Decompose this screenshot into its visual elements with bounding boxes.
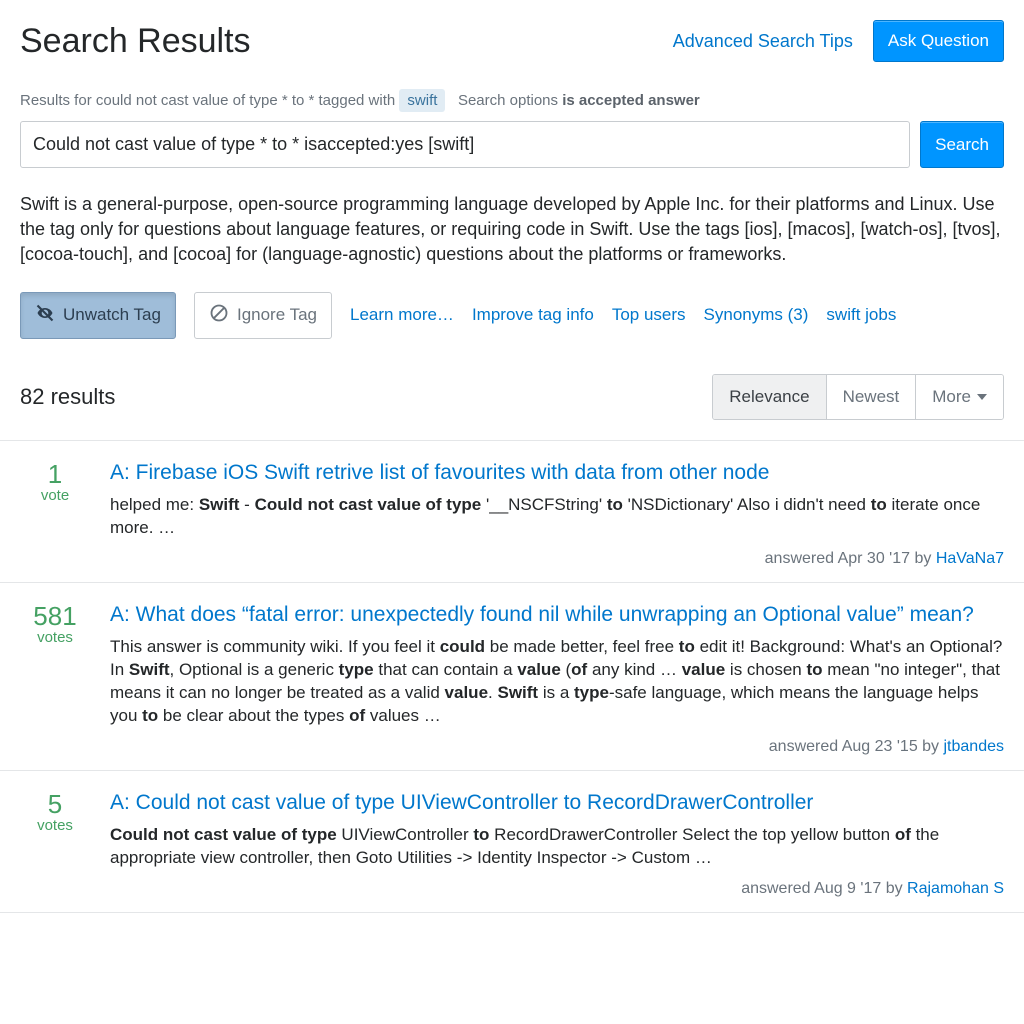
result-excerpt: This answer is community wiki. If you fe…	[110, 636, 1004, 728]
vote-block: 1 vote	[20, 459, 90, 568]
tag-actions: Unwatch Tag Ignore Tag Learn more… Impro…	[20, 292, 1004, 339]
vote-count: 581	[20, 603, 90, 629]
search-info-line: Results for could not cast value of type…	[20, 92, 1004, 109]
result-meta: answered Aug 23 '15 by jtbandes	[110, 738, 1004, 756]
search-result: 581 votes A: What does “fatal error: une…	[0, 583, 1024, 771]
info-prefix: Results for	[20, 92, 92, 109]
learn-more-link[interactable]: Learn more…	[350, 305, 454, 325]
results-count: 82 results	[20, 384, 115, 410]
vote-label: votes	[20, 817, 90, 834]
answered-text: answered Aug 9 '17 by	[741, 880, 907, 897]
info-query: could not cast value of type * to *	[96, 92, 314, 109]
result-excerpt: Could not cast value of type UIViewContr…	[110, 824, 1004, 870]
header-actions: Advanced Search Tips Ask Question	[673, 20, 1004, 62]
search-result: 1 vote A: Firebase iOS Swift retrive lis…	[0, 441, 1024, 583]
tab-newest[interactable]: Newest	[826, 375, 916, 419]
unwatch-label: Unwatch Tag	[63, 305, 161, 325]
ignore-label: Ignore Tag	[237, 305, 317, 325]
tab-relevance[interactable]: Relevance	[713, 375, 825, 419]
search-input[interactable]	[20, 121, 910, 168]
result-list: 1 vote A: Firebase iOS Swift retrive lis…	[0, 440, 1024, 913]
answered-text: answered Apr 30 '17 by	[765, 550, 936, 567]
synonyms-link[interactable]: Synonyms (3)	[704, 305, 809, 325]
sort-tabs: Relevance Newest More	[712, 374, 1004, 420]
top-users-link[interactable]: Top users	[612, 305, 686, 325]
tag-pill-swift[interactable]: swift	[399, 89, 445, 112]
vote-block: 5 votes	[20, 789, 90, 898]
tab-more-label: More	[932, 387, 971, 407]
author-link[interactable]: jtbandes	[944, 738, 1005, 755]
ban-icon	[209, 303, 229, 328]
result-title-link[interactable]: A: Could not cast value of type UIViewCo…	[110, 789, 1004, 816]
result-meta: answered Aug 9 '17 by Rajamohan S	[110, 880, 1004, 898]
answered-text: answered Aug 23 '15 by	[769, 738, 944, 755]
result-title-link[interactable]: A: Firebase iOS Swift retrive list of fa…	[110, 459, 1004, 486]
swift-jobs-link[interactable]: swift jobs	[826, 305, 896, 325]
improve-tag-info-link[interactable]: Improve tag info	[472, 305, 594, 325]
result-title-link[interactable]: A: What does “fatal error: unexpectedly …	[110, 601, 1004, 628]
vote-label: vote	[20, 487, 90, 504]
author-link[interactable]: Rajamohan S	[907, 880, 1004, 897]
chevron-down-icon	[977, 394, 987, 400]
eye-off-icon	[35, 303, 55, 328]
info-options-value: is accepted answer	[562, 92, 700, 109]
author-link[interactable]: HaVaNa7	[936, 550, 1004, 567]
advanced-search-tips-link[interactable]: Advanced Search Tips	[673, 31, 853, 52]
vote-label: votes	[20, 629, 90, 646]
tag-description: Swift is a general-purpose, open-source …	[20, 192, 1004, 268]
unwatch-tag-button[interactable]: Unwatch Tag	[20, 292, 176, 339]
vote-count: 1	[20, 461, 90, 487]
info-options-label: Search options	[458, 92, 558, 109]
ask-question-button[interactable]: Ask Question	[873, 20, 1004, 62]
result-meta: answered Apr 30 '17 by HaVaNa7	[110, 550, 1004, 568]
page-title: Search Results	[20, 22, 251, 61]
search-button[interactable]: Search	[920, 121, 1004, 168]
info-tagged-with: tagged with	[319, 92, 396, 109]
ignore-tag-button[interactable]: Ignore Tag	[194, 292, 332, 339]
tab-more[interactable]: More	[915, 375, 1003, 419]
search-result: 5 votes A: Could not cast value of type …	[0, 771, 1024, 913]
result-excerpt: helped me: Swift - Could not cast value …	[110, 494, 1004, 540]
vote-count: 5	[20, 791, 90, 817]
vote-block: 581 votes	[20, 601, 90, 756]
